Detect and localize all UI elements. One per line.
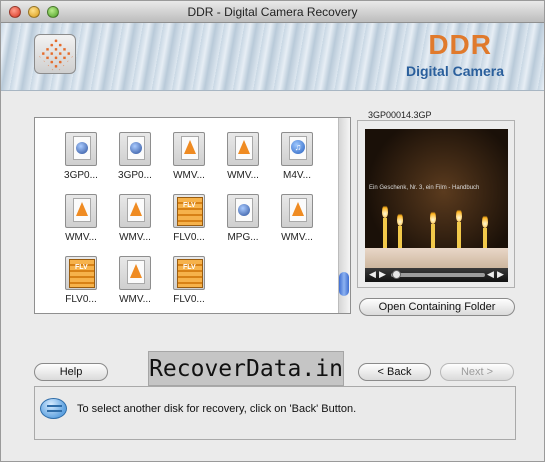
file-item[interactable]: FLV FLV0... — [56, 256, 106, 320]
file-item[interactable]: FLV FLV0... — [164, 256, 214, 320]
video-controls: ◀ ▶ ◀ ▶ — [365, 268, 508, 282]
vlc-file-icon — [173, 132, 205, 166]
file-label: WMV... — [173, 170, 205, 181]
app-logo-icon — [34, 34, 76, 74]
vlc-file-icon — [119, 256, 151, 290]
quicktime-file-icon — [227, 194, 259, 228]
header-banner: DDR Digital Camera — [1, 23, 544, 91]
speech-bubble-icon — [40, 398, 67, 419]
title-bar[interactable]: DDR - Digital Camera Recovery — [1, 1, 544, 23]
video-preview[interactable]: Ein Geschenk, Nr. 3, ein Film - Handbuch — [365, 129, 508, 268]
file-label: FLV0... — [173, 294, 205, 305]
vlc-file-icon — [281, 194, 313, 228]
file-item[interactable]: WMV... — [110, 256, 160, 320]
flv-file-icon: FLV — [173, 256, 205, 290]
status-message: To select another disk for recovery, cli… — [77, 403, 357, 415]
vertical-scrollbar[interactable] — [338, 118, 350, 313]
file-item[interactable]: MPG... — [218, 194, 268, 258]
file-item[interactable]: 3GP0... — [110, 132, 160, 196]
flv-file-icon: FLV — [173, 194, 205, 228]
vlc-file-icon — [227, 132, 259, 166]
file-item[interactable]: WMV... — [56, 194, 106, 258]
vlc-file-icon — [119, 194, 151, 228]
brand-subtitle: Digital Camera — [405, 63, 504, 79]
rewind-icon[interactable]: ◀ — [487, 269, 494, 280]
file-label: 3GP0... — [118, 170, 152, 181]
mpeg4-file-icon: ♫ — [281, 132, 313, 166]
seek-bar[interactable] — [391, 273, 485, 277]
file-item[interactable]: WMV... — [272, 194, 322, 258]
back-button[interactable]: < Back — [358, 363, 431, 381]
next-button[interactable]: Next > — [440, 363, 514, 381]
seek-knob[interactable] — [392, 270, 401, 279]
app-window: DDR - Digital Camera Recovery DDR Digita… — [0, 0, 545, 462]
quicktime-file-icon — [119, 132, 151, 166]
watermark-banner: RecoverData.in — [148, 351, 344, 386]
open-containing-folder-button[interactable]: Open Containing Folder — [359, 298, 515, 316]
play-icon[interactable]: ▶ — [379, 269, 386, 280]
window-title: DDR - Digital Camera Recovery — [187, 5, 358, 19]
recovered-files-grid[interactable]: 3GP0... 3GP0... WMV... WMV... ♫ M4V... WMV... W… — [34, 117, 351, 314]
file-label: FLV0... — [173, 232, 205, 243]
file-item[interactable]: WMV... — [110, 194, 160, 258]
file-item[interactable]: 3GP0... — [56, 132, 106, 196]
quicktime-file-icon — [65, 132, 97, 166]
file-label: WMV... — [281, 232, 313, 243]
help-button[interactable]: Help — [34, 363, 108, 381]
flv-file-icon: FLV — [65, 256, 97, 290]
scrollbar-thumb[interactable] — [339, 272, 349, 296]
file-label: WMV... — [119, 294, 151, 305]
file-label: WMV... — [119, 232, 151, 243]
preview-filename: 3GP00014.3GP — [366, 110, 434, 120]
file-item[interactable]: WMV... — [218, 132, 268, 196]
file-label: WMV... — [227, 170, 259, 181]
file-label: MPG... — [227, 232, 259, 243]
fast-forward-icon[interactable]: ▶ — [497, 269, 504, 280]
brand-name: DDR — [428, 29, 492, 60]
file-label: WMV... — [65, 232, 97, 243]
file-label: 3GP0... — [64, 170, 98, 181]
file-item[interactable]: ♫ M4V... — [272, 132, 322, 196]
file-item[interactable]: WMV... — [164, 132, 214, 196]
file-label: M4V... — [283, 170, 311, 181]
vlc-file-icon — [65, 194, 97, 228]
file-item[interactable]: FLV FLV0... — [164, 194, 214, 258]
video-caption: Ein Geschenk, Nr. 3, ein Film - Handbuch — [369, 185, 480, 191]
volume-icon[interactable]: ◀ — [369, 269, 376, 280]
file-label: FLV0... — [65, 294, 97, 305]
